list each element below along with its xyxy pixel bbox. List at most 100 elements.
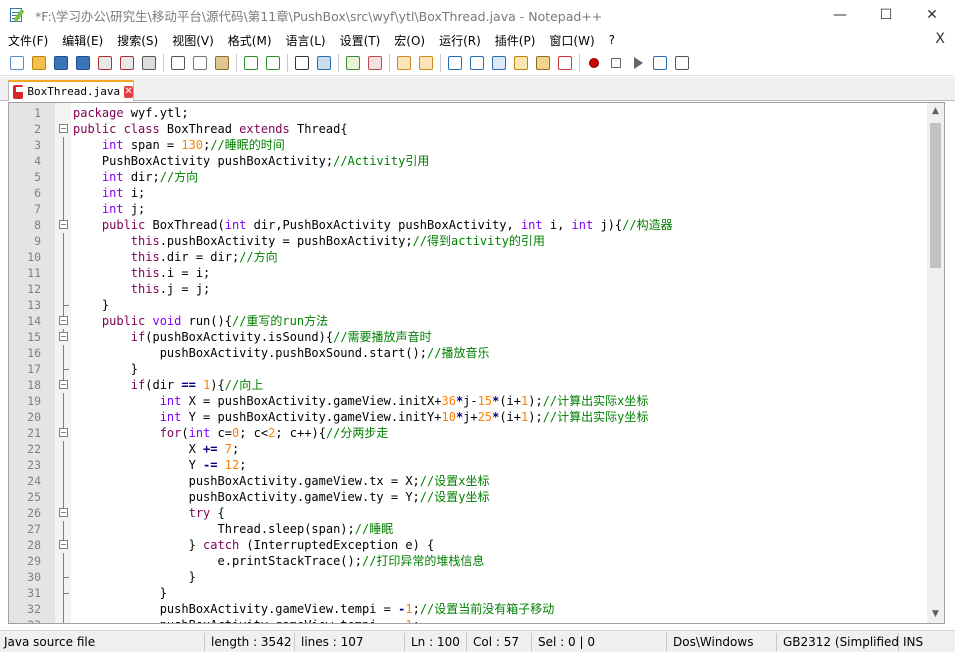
user-language-button[interactable] bbox=[510, 52, 532, 74]
new-file-button[interactable] bbox=[6, 52, 28, 74]
scroll-up-icon[interactable]: ▲ bbox=[927, 103, 944, 120]
code-line[interactable]: 23 Y -= 12; bbox=[9, 457, 927, 473]
sync-horizontal-button[interactable] bbox=[415, 52, 437, 74]
show-all-chars-button[interactable] bbox=[466, 52, 488, 74]
code-line[interactable]: 21 for(int c=0; c<2; c++){//分两步走 bbox=[9, 425, 927, 441]
save-all-button[interactable] bbox=[72, 52, 94, 74]
status-mode[interactable]: INS bbox=[899, 633, 955, 651]
code-line[interactable]: 9 this.pushBoxActivity = pushBoxActivity… bbox=[9, 233, 927, 249]
code-line[interactable]: 3 int span = 130;//睡眠的时间 bbox=[9, 137, 927, 153]
code-text: } bbox=[73, 361, 138, 377]
menu-item[interactable]: 窗口(W) bbox=[541, 32, 600, 49]
close-document-button[interactable]: X bbox=[935, 31, 945, 47]
redo-button[interactable] bbox=[262, 52, 284, 74]
code-line[interactable]: 4 PushBoxActivity pushBoxActivity;//Acti… bbox=[9, 153, 927, 169]
play-macro-button[interactable] bbox=[627, 52, 649, 74]
code-line[interactable]: 15 if(pushBoxActivity.isSound){//需要播放声音时 bbox=[9, 329, 927, 345]
function-list-button[interactable] bbox=[554, 52, 576, 74]
code-line[interactable]: 14 public void run(){//重写的run方法 bbox=[9, 313, 927, 329]
code-line[interactable]: 30 } bbox=[9, 569, 927, 585]
code-line[interactable]: 29 e.printStackTrace();//打印异常的堆栈信息 bbox=[9, 553, 927, 569]
menu-item[interactable]: 语言(L) bbox=[278, 32, 332, 49]
fold-toggle-icon[interactable] bbox=[59, 540, 68, 549]
fold-toggle-icon[interactable] bbox=[59, 380, 68, 389]
menu-item[interactable]: 编辑(E) bbox=[54, 32, 109, 49]
save-button[interactable] bbox=[50, 52, 72, 74]
status-encoding[interactable]: GB2312 (Simplified) bbox=[777, 632, 899, 651]
fold-toggle-icon[interactable] bbox=[59, 124, 68, 133]
status-eol[interactable]: Dos\Windows bbox=[667, 632, 777, 651]
fold-toggle-icon[interactable] bbox=[59, 220, 68, 229]
code-line[interactable]: 22 X += 7; bbox=[9, 441, 927, 457]
code-line[interactable]: 7 int j; bbox=[9, 201, 927, 217]
code-line[interactable]: 2 public class BoxThread extends Thread{ bbox=[9, 121, 927, 137]
print-button[interactable] bbox=[138, 52, 160, 74]
code-line[interactable]: 6 int i; bbox=[9, 185, 927, 201]
menu-item[interactable]: 运行(R) bbox=[431, 32, 487, 49]
tab-close-icon[interactable]: ✕ bbox=[124, 85, 133, 98]
save-macro-button[interactable] bbox=[671, 52, 693, 74]
minimize-button[interactable]: — bbox=[817, 0, 863, 30]
fold-toggle-icon[interactable] bbox=[59, 316, 68, 325]
code-line[interactable]: 16 pushBoxActivity.pushBoxSound.start();… bbox=[9, 345, 927, 361]
code-line[interactable]: 8 public BoxThread(int dir,PushBoxActivi… bbox=[9, 217, 927, 233]
copy-button[interactable] bbox=[189, 52, 211, 74]
run-macro-multiple-button[interactable] bbox=[649, 52, 671, 74]
code-line[interactable]: 32 pushBoxActivity.gameView.tempi = -1;/… bbox=[9, 601, 927, 617]
menu-item[interactable]: 视图(V) bbox=[164, 32, 220, 49]
record-macro-button[interactable] bbox=[583, 52, 605, 74]
menu-item[interactable]: 设置(T) bbox=[332, 32, 387, 49]
sync-vertical-button[interactable] bbox=[393, 52, 415, 74]
token-cmt: //打印异常的堆栈信息 bbox=[361, 554, 485, 568]
code-line[interactable]: 26 try { bbox=[9, 505, 927, 521]
code-line[interactable]: 24 pushBoxActivity.gameView.tx = X;//设置x… bbox=[9, 473, 927, 489]
replace-button[interactable] bbox=[313, 52, 335, 74]
code-area[interactable]: 1 package wyf.ytl; 2 public class BoxThread… bbox=[9, 105, 927, 623]
paste-button[interactable] bbox=[211, 52, 233, 74]
code-line[interactable]: 11 this.i = i; bbox=[9, 265, 927, 281]
fold-toggle-icon[interactable] bbox=[59, 428, 68, 437]
menu-item[interactable]: 文件(F) bbox=[0, 32, 54, 49]
menu-item[interactable]: 宏(O) bbox=[386, 32, 431, 49]
menu-item[interactable]: 插件(P) bbox=[487, 32, 542, 49]
code-line[interactable]: 25 pushBoxActivity.gameView.ty = Y;//设置y… bbox=[9, 489, 927, 505]
code-line[interactable]: 13 } bbox=[9, 297, 927, 313]
code-line[interactable]: 17 } bbox=[9, 361, 927, 377]
scroll-down-icon[interactable]: ▼ bbox=[927, 606, 944, 623]
doc-map-button[interactable] bbox=[532, 52, 554, 74]
menu-item[interactable]: 格式(M) bbox=[220, 32, 278, 49]
find-button[interactable] bbox=[291, 52, 313, 74]
tab-boxthread-java[interactable]: BoxThread.java ✕ bbox=[8, 80, 134, 101]
code-line[interactable]: 10 this.dir = dir;//方向 bbox=[9, 249, 927, 265]
fold-toggle-icon[interactable] bbox=[59, 508, 68, 517]
close-all-button[interactable] bbox=[116, 52, 138, 74]
menu-item[interactable]: 搜索(S) bbox=[109, 32, 164, 49]
code-line[interactable]: 27 Thread.sleep(span);//睡眠 bbox=[9, 521, 927, 537]
code-line[interactable]: 33 pushBoxActivity.gameView.tempj = -1; bbox=[9, 617, 927, 623]
zoom-out-button[interactable] bbox=[364, 52, 386, 74]
close-button[interactable] bbox=[94, 52, 116, 74]
code-line[interactable]: 19 int X = pushBoxActivity.gameView.init… bbox=[9, 393, 927, 409]
code-editor[interactable]: 1 package wyf.ytl; 2 public class BoxThread… bbox=[8, 102, 945, 624]
code-line[interactable]: 31 } bbox=[9, 585, 927, 601]
cut-button[interactable] bbox=[167, 52, 189, 74]
maximize-button[interactable]: ☐ bbox=[863, 0, 909, 30]
code-line[interactable]: 1 package wyf.ytl; bbox=[9, 105, 927, 121]
close-window-button[interactable]: ✕ bbox=[909, 0, 955, 30]
code-line[interactable]: 28 } catch (InterruptedException e) { bbox=[9, 537, 927, 553]
menu-item[interactable]: ? bbox=[601, 33, 621, 47]
code-line[interactable]: 18 if(dir == 1){//向上 bbox=[9, 377, 927, 393]
stop-macro-button[interactable] bbox=[605, 52, 627, 74]
open-file-button[interactable] bbox=[28, 52, 50, 74]
zoom-in-button[interactable] bbox=[342, 52, 364, 74]
code-line[interactable]: 5 int dir;//方向 bbox=[9, 169, 927, 185]
fold-line bbox=[63, 217, 64, 220]
indent-guide-button[interactable] bbox=[488, 52, 510, 74]
undo-button[interactable] bbox=[240, 52, 262, 74]
fold-toggle-icon[interactable] bbox=[59, 332, 68, 341]
code-line[interactable]: 12 this.j = j; bbox=[9, 281, 927, 297]
word-wrap-button[interactable] bbox=[444, 52, 466, 74]
code-line[interactable]: 20 int Y = pushBoxActivity.gameView.init… bbox=[9, 409, 927, 425]
scrollbar-thumb[interactable] bbox=[930, 123, 941, 268]
vertical-scrollbar[interactable]: ▲ ▼ bbox=[927, 103, 944, 623]
